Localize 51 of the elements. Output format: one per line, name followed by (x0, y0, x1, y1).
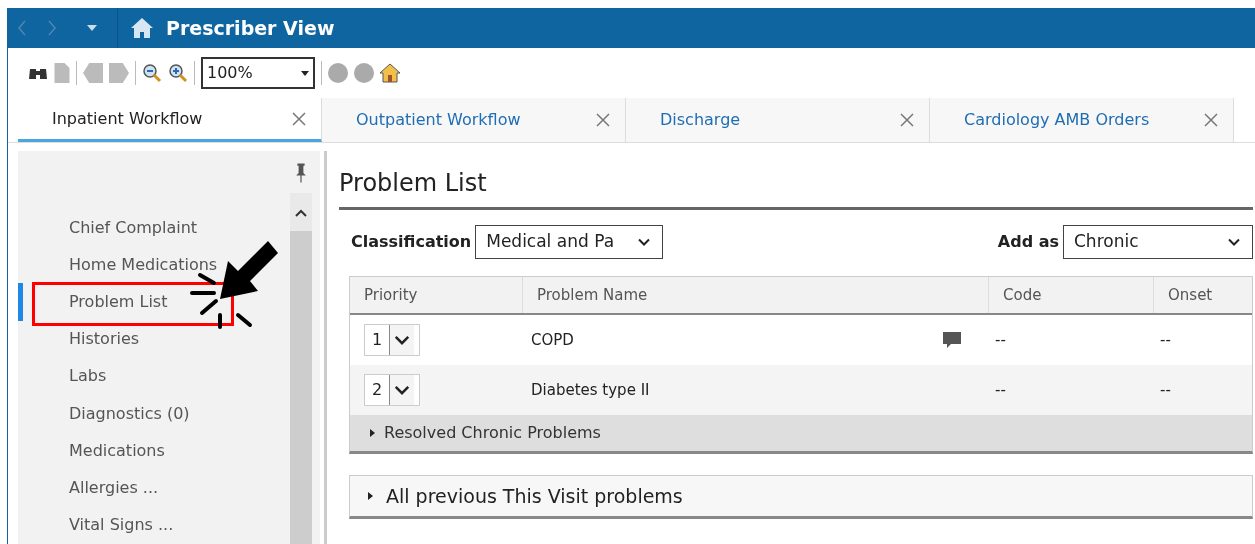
close-icon[interactable] (291, 110, 307, 127)
sidebar-item[interactable]: Diagnostics (0) (18, 395, 192, 433)
column-header: Problem Name (523, 277, 989, 313)
sidebar-item[interactable]: Problem List (18, 283, 170, 321)
close-icon[interactable] (1203, 112, 1219, 128)
classification-dropdown[interactable]: Medical and Pa (475, 225, 664, 259)
workflow-tab[interactable]: Discharge (626, 98, 930, 142)
caret-icon (86, 24, 98, 32)
pin-icon[interactable] (295, 163, 307, 183)
column-header: Code (989, 277, 1154, 313)
column-header: Onset (1167, 284, 1214, 306)
caret-icon (301, 69, 309, 77)
sidebar-item[interactable]: Vital Signs ... (18, 506, 176, 544)
disclosure-triangle-icon (366, 492, 374, 500)
zoom-dropdown[interactable]: 100% (201, 57, 315, 89)
sidebar-item[interactable]: Chief Complaint (18, 209, 200, 247)
comment-icon[interactable] (943, 332, 961, 348)
home-icon (130, 16, 154, 40)
column-header: Priority (350, 277, 523, 313)
table-row[interactable]: 2 Diabetes type II -- -- (350, 365, 1252, 415)
workflow-tab[interactable]: Inpatient Workflow (18, 98, 322, 142)
zoom-out-icon[interactable] (142, 63, 162, 83)
sidebar-item[interactable]: Home Medications (18, 246, 220, 284)
circle-icon[interactable] (354, 63, 374, 83)
sidebar-item[interactable]: Histories (18, 320, 142, 358)
onset-cell-text: -- (1159, 329, 1172, 351)
zoom-in-icon[interactable] (168, 63, 188, 83)
problem-name: Diabetes type II (531, 379, 650, 401)
previous-problems-section[interactable]: All previous This Visit problems (349, 475, 1253, 519)
sidebar-item[interactable]: Labs (18, 357, 109, 396)
code-cell-text: -- (994, 329, 1007, 351)
close-icon[interactable] (595, 112, 611, 128)
workflow-tab[interactable]: Cardiology AMB Orders (930, 98, 1234, 142)
priority-dropdown[interactable]: 1 (364, 324, 420, 356)
close-icon[interactable] (899, 112, 915, 128)
window-title: Prescriber View (166, 15, 335, 41)
circle-icon[interactable] (328, 63, 348, 83)
add-as-dropdown[interactable]: Chronic (1063, 225, 1253, 259)
workflow-tab[interactable]: Outpatient Workflow (322, 98, 626, 142)
problem-name: COPD (531, 329, 574, 351)
sidebar-item[interactable]: Allergies ... (18, 469, 161, 507)
add-as-label: Add as (997, 231, 1059, 253)
onset-cell-text: -- (1159, 379, 1172, 401)
sidebar-item[interactable]: Medications (18, 432, 167, 470)
disclosure-triangle-icon (368, 429, 376, 437)
house-icon[interactable] (380, 63, 400, 83)
code-cell-text: -- (994, 379, 1007, 401)
classification-label: Classification (351, 231, 472, 253)
priority-dropdown[interactable]: 2 (364, 374, 420, 406)
resolved-group-row[interactable]: Resolved Chronic Problems (350, 415, 1252, 451)
panel-title: Problem List (339, 168, 488, 199)
